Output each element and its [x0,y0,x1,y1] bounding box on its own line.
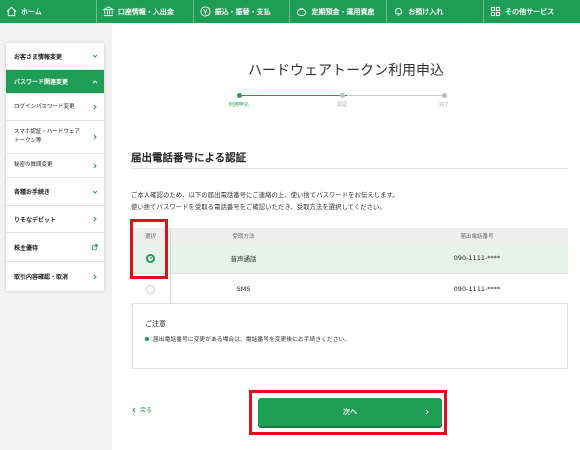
phone-number: 090-1111-**** [453,254,501,262]
chevron-up-icon [92,79,98,83]
table-row-sms[interactable]: SMS 090-1111-**** [131,274,568,305]
section-divider [131,168,568,169]
sidebar-item-label: 株主優待 [14,244,39,252]
sidebar-item-procedures[interactable]: 各種お手続き [6,178,104,206]
chevron-down-icon [92,54,98,58]
external-link-icon [92,244,98,250]
back-link[interactable]: 戻る [131,405,152,414]
sidebar-item-shareholder[interactable]: 株主優待 [6,233,104,262]
home-icon [6,6,17,17]
chevron-right-icon [93,104,97,110]
step-dot-apply [237,93,242,98]
method-sms: SMS [236,285,251,293]
chevron-left-icon [132,407,136,412]
sidebar-item-login-password[interactable]: ログインパスワード変更 [6,94,104,121]
sidebar: お客さま情報変更 パスワード関連変更 ログインパスワード変更 スマホ認証・ハード… [0,23,112,450]
nav-other-services[interactable]: その他サービス [484,0,580,23]
page-title: ハードウェアトークン利用申込 [248,63,444,79]
chevron-right-icon [425,409,429,415]
chevron-right-icon [93,216,97,222]
sidebar-item-debit[interactable]: りそなデビット [6,206,104,233]
sidebar-item-transaction-history[interactable]: 取引内容確認・取消 [6,262,104,291]
nav-other-services-label: その他サービス [505,7,555,16]
step-dot-auth [340,93,345,98]
sidebar-item-secret-question[interactable]: 秘密の質問変更 [6,154,104,178]
notice-text: 届出電話番号に変更がある場合は、電話番号を変更後にお手続きください。 [153,337,351,343]
savings-icon [297,8,307,17]
chevron-right-icon [93,134,97,140]
bell-icon [395,7,403,16]
notice-box: ご注意 届出電話番号に変更がある場合は、電話番号を変更後にお手続きください。 [132,303,568,369]
nav-deposit-label: お預け入れ [408,7,444,16]
nav-savings[interactable]: 定期預金・運用資産 [290,0,388,23]
header-method: 受取方法 [232,233,255,240]
nav-home-label: ホーム [21,7,42,16]
sidebar-item-customer-info[interactable]: お客さま情報変更 [6,43,104,70]
nav-home[interactable]: ホーム [0,0,97,23]
back-label: 戻る [140,407,153,414]
step-label-complete: 完了 [438,102,450,108]
nav-account-info[interactable]: 口座情報・入出金 [97,0,194,23]
sidebar-item-label: 秘密の質問変更 [14,162,53,168]
chevron-down-icon [92,190,98,194]
chevron-right-icon [93,274,97,279]
phone-number: 090-1111-**** [453,285,501,293]
top-navigation: ホーム 口座情報・入出金 振込・振替・支払 定期預金・運用資産 お預け入れ その… [0,0,580,23]
next-label: 次へ [343,408,357,416]
progress-line-done [237,95,347,96]
step-dot-complete [442,93,447,98]
header-phone: 届出電話番号 [460,233,494,240]
sidebar-item-label: お客さま情報変更 [14,53,63,61]
nav-savings-label: 定期預金・運用資産 [311,7,375,16]
nav-account-info-label: 口座情報・入出金 [117,7,174,16]
description: ご本人確認のため、以下の届出電話番号にご連絡の上、使い捨てパスワードをお伝えしま… [131,189,568,213]
sidebar-menu: お客さま情報変更 パスワード関連変更 ログインパスワード変更 スマホ認証・ハード… [6,43,104,291]
sidebar-item-label: パスワード関連変更 [14,79,69,86]
table-header: 選択 受取方法 届出電話番号 [131,228,568,243]
next-button[interactable]: 次へ [258,398,442,426]
nav-deposit[interactable]: お預け入れ [387,0,485,23]
section-title: 届出電話番号による認証 [131,152,247,164]
bank-icon [102,6,114,17]
receive-method-table: 選択 受取方法 届出電話番号 音声通話 090-1111-**** SMS 09… [131,228,568,305]
chevron-right-icon [93,163,97,168]
method-voice-call: 音声通話 [230,255,257,263]
step-label-apply: 利用申込 [228,102,250,108]
nav-transfer-label: 振込・振替・支払 [214,7,271,16]
sidebar-item-password-related[interactable]: パスワード関連変更 [6,70,104,94]
highlight-radio-column [130,219,168,279]
yen-transfer-icon [200,6,211,17]
radio-sms[interactable] [146,284,155,294]
bullet-icon [145,337,149,341]
sidebar-item-smartphone-auth[interactable]: スマホ認証・ハードウェア トークン等 [6,121,104,154]
description-line-2: 使い捨てパスワードを受取る電話番号をご確認いただき、受取方法を選択してください。 [131,203,386,211]
description-line-1: ご本人確認のため、以下の届出電話番号にご連絡の上、使い捨てパスワードをお伝えしま… [131,191,399,199]
sidebar-item-label: ログインパスワード変更 [14,103,75,110]
step-label-auth: 認証 [336,102,348,108]
progress-steps: 利用申込 認証 完了 [228,93,452,109]
nav-transfer[interactable]: 振込・振替・支払 [194,0,291,23]
sidebar-item-label: 取引内容確認・取消 [14,274,69,281]
menu-grid-icon [491,6,501,17]
sidebar-item-label: スマホ認証・ハードウェア トークン等 [14,129,80,144]
main-content: ハードウェアトークン利用申込 利用申込 認証 完了 届出電話番号による認証 ご本… [112,23,580,450]
notice-title: ご注意 [145,320,166,328]
sidebar-item-label: 各種お手続き [14,189,51,196]
table-row-voice[interactable]: 音声通話 090-1111-**** [131,243,568,274]
sidebar-item-label: りそなデビット [14,216,57,224]
